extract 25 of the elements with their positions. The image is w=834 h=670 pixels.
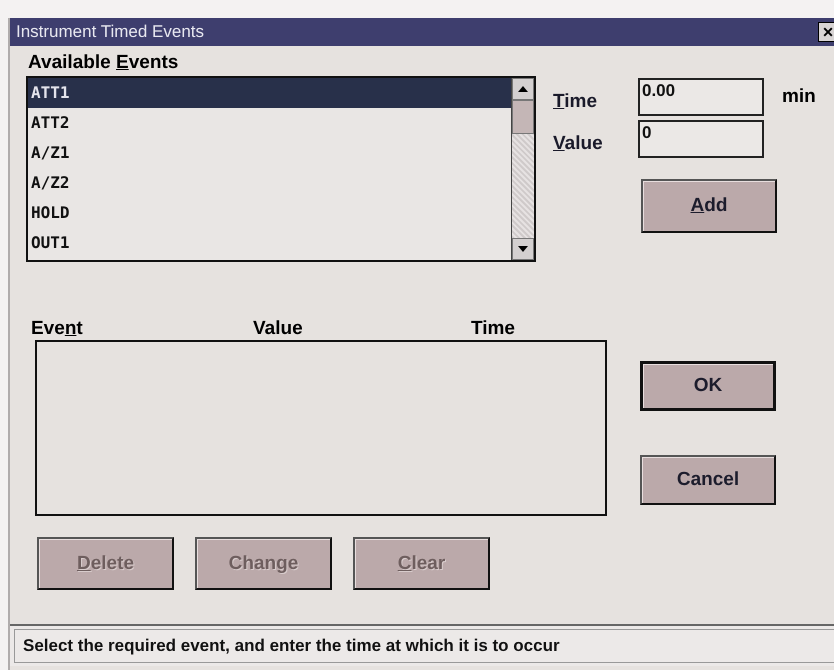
time-field[interactable]: 0.00 xyxy=(638,78,764,116)
unit-label: min xyxy=(782,86,816,108)
list-item[interactable]: A/Z2 xyxy=(28,168,511,198)
value-field[interactable]: 0 xyxy=(638,120,764,158)
add-button[interactable]: Add xyxy=(641,179,777,233)
column-header: Time xyxy=(471,318,516,340)
column-header: Value xyxy=(253,318,304,340)
available-events-label: Available Events xyxy=(28,52,180,75)
dialog-button[interactable]: OK xyxy=(640,361,776,411)
column-header: Event xyxy=(31,318,84,340)
list-item[interactable]: HOLD xyxy=(28,198,511,228)
scrollbar[interactable] xyxy=(511,78,534,260)
dialog-button[interactable]: Cancel xyxy=(640,455,776,505)
close-button[interactable]: × xyxy=(818,22,834,42)
list-item[interactable]: ATT1 xyxy=(28,78,511,108)
scroll-down-icon[interactable] xyxy=(512,238,534,260)
scroll-thumb[interactable] xyxy=(512,100,534,134)
scroll-up-icon[interactable] xyxy=(512,78,534,100)
window-title: Instrument Timed Events xyxy=(16,22,204,42)
status-text: Select the required event, and enter the time at which it is to occur xyxy=(14,629,834,663)
list-item[interactable]: ATT2 xyxy=(28,108,511,138)
time-label: Time xyxy=(553,90,598,113)
list-item[interactable]: A/Z1 xyxy=(28,138,511,168)
value-label: Value xyxy=(553,132,604,155)
list-item[interactable]: OUT1 xyxy=(28,228,511,258)
